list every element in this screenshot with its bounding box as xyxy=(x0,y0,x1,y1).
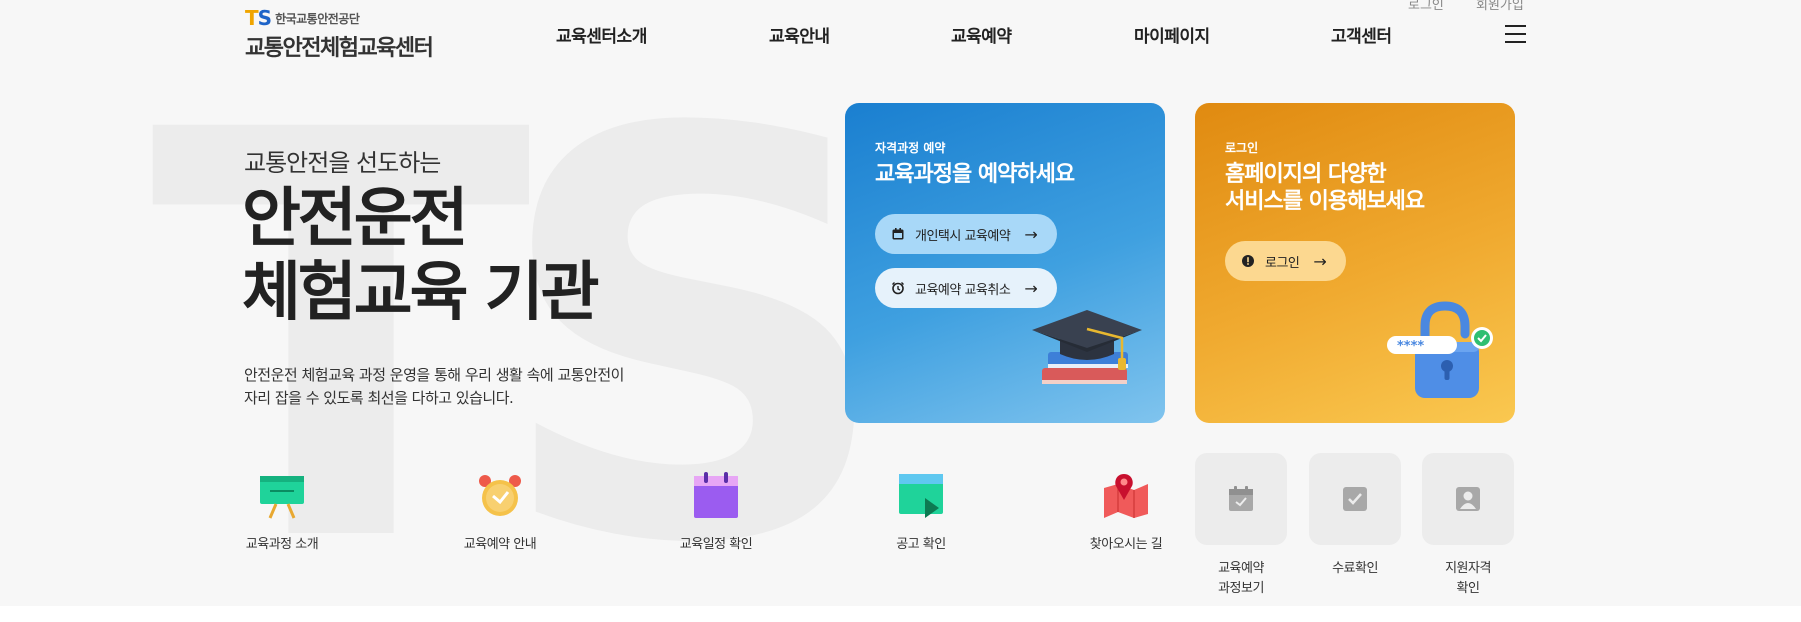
calendar-icon xyxy=(1229,486,1253,511)
quick-menu-notice[interactable]: 공고 확인 xyxy=(861,472,981,552)
reservation-card-label: 자격과정 예약 xyxy=(875,141,946,155)
reservation-cancel-button[interactable]: 교육예약 교육취소 → xyxy=(875,268,1058,308)
alarm-icon xyxy=(891,281,905,295)
nav-mypage[interactable]: 마이페이지 xyxy=(1134,22,1210,47)
person-icon xyxy=(1456,487,1480,511)
tile-course-view[interactable]: 교육예약 과정보기 xyxy=(1195,453,1287,599)
login-button[interactable]: 로그인 → xyxy=(1225,241,1347,281)
login-card-label: 로그인 xyxy=(1225,141,1259,155)
tile-eligibility-check[interactable]: 지원자격 확인 xyxy=(1422,453,1514,599)
tile-completion-check[interactable]: 수료확인 xyxy=(1309,453,1401,579)
nav-center-intro[interactable]: 교육센터소개 xyxy=(556,22,647,47)
quick-menu-reservation-guide[interactable]: 교육예약 안내 xyxy=(440,472,560,552)
reservation-card-title: 교육과정을 예약하세요 xyxy=(875,162,1075,187)
nav-education-reservation[interactable]: 교육예약 xyxy=(951,22,1012,47)
tile-box xyxy=(1195,453,1287,545)
info-icon xyxy=(1241,254,1255,268)
arrow-right-icon: → xyxy=(1313,251,1327,271)
check-icon xyxy=(1343,487,1367,511)
quick-menu-course-intro[interactable]: 교육과정 소개 xyxy=(222,472,342,552)
calendar-icon xyxy=(694,472,738,518)
ts-logo-mark: TS xyxy=(245,6,272,30)
quick-menu-schedule[interactable]: 교육일정 확인 xyxy=(656,472,776,552)
site-logo[interactable]: TS 한국교통안전공단 교통안전체험교육센터 xyxy=(245,6,434,62)
taxi-reservation-button[interactable]: 개인택시 교육예약 → xyxy=(875,214,1058,254)
tile-box xyxy=(1309,453,1401,545)
hero-title: 안전운전 체험교육 기관 xyxy=(242,182,600,330)
nav-education-guide[interactable]: 교육안내 xyxy=(769,22,830,47)
map-pin-icon xyxy=(1104,474,1148,518)
arrow-right-icon: → xyxy=(1024,224,1038,244)
util-login-link[interactable]: 로그인 xyxy=(1408,0,1444,13)
login-card-title: 홈페이지의 다양한 서비스를 이용해보세요 xyxy=(1225,162,1425,214)
graduation-cap-books-illustration xyxy=(1032,310,1142,384)
calendar-icon xyxy=(891,227,905,241)
hamburger-menu-icon[interactable] xyxy=(1505,25,1526,43)
page: TS 로그인 회원가입 TS 한국교통안전공단 교통안전체험교육센터 교육센터소… xyxy=(0,0,1801,606)
reservation-card: 자격과정 예약 교육과정을 예약하세요 개인택시 교육예약 → 교육예약 교육취… xyxy=(845,103,1165,423)
padlock-illustration: **** xyxy=(1387,301,1493,398)
logo-site-name: 교통안전체험교육센터 xyxy=(245,36,434,61)
tile-box xyxy=(1422,453,1514,545)
login-card: 로그인 홈페이지의 다양한 서비스를 이용해보세요 로그인 → **** xyxy=(1195,103,1515,423)
notice-board-icon xyxy=(899,474,943,518)
logo-org-name: 한국교통안전공단 xyxy=(275,11,360,26)
util-signup-link[interactable]: 회원가입 xyxy=(1476,0,1524,13)
blackboard-icon xyxy=(260,476,304,519)
svg-text:****: **** xyxy=(1397,339,1424,354)
hero-description: 안전운전 체험교육 과정 운영을 통해 우리 생활 속에 교통안전이 자리 잡을… xyxy=(244,366,624,407)
hero-subtitle: 교통안전을 선도하는 xyxy=(244,149,441,177)
alarm-clock-icon xyxy=(479,475,521,516)
arrow-right-icon: → xyxy=(1024,278,1038,298)
nav-customer-center[interactable]: 고객센터 xyxy=(1331,22,1392,47)
quick-menu-directions[interactable]: 찾아오시는 길 xyxy=(1066,472,1186,552)
